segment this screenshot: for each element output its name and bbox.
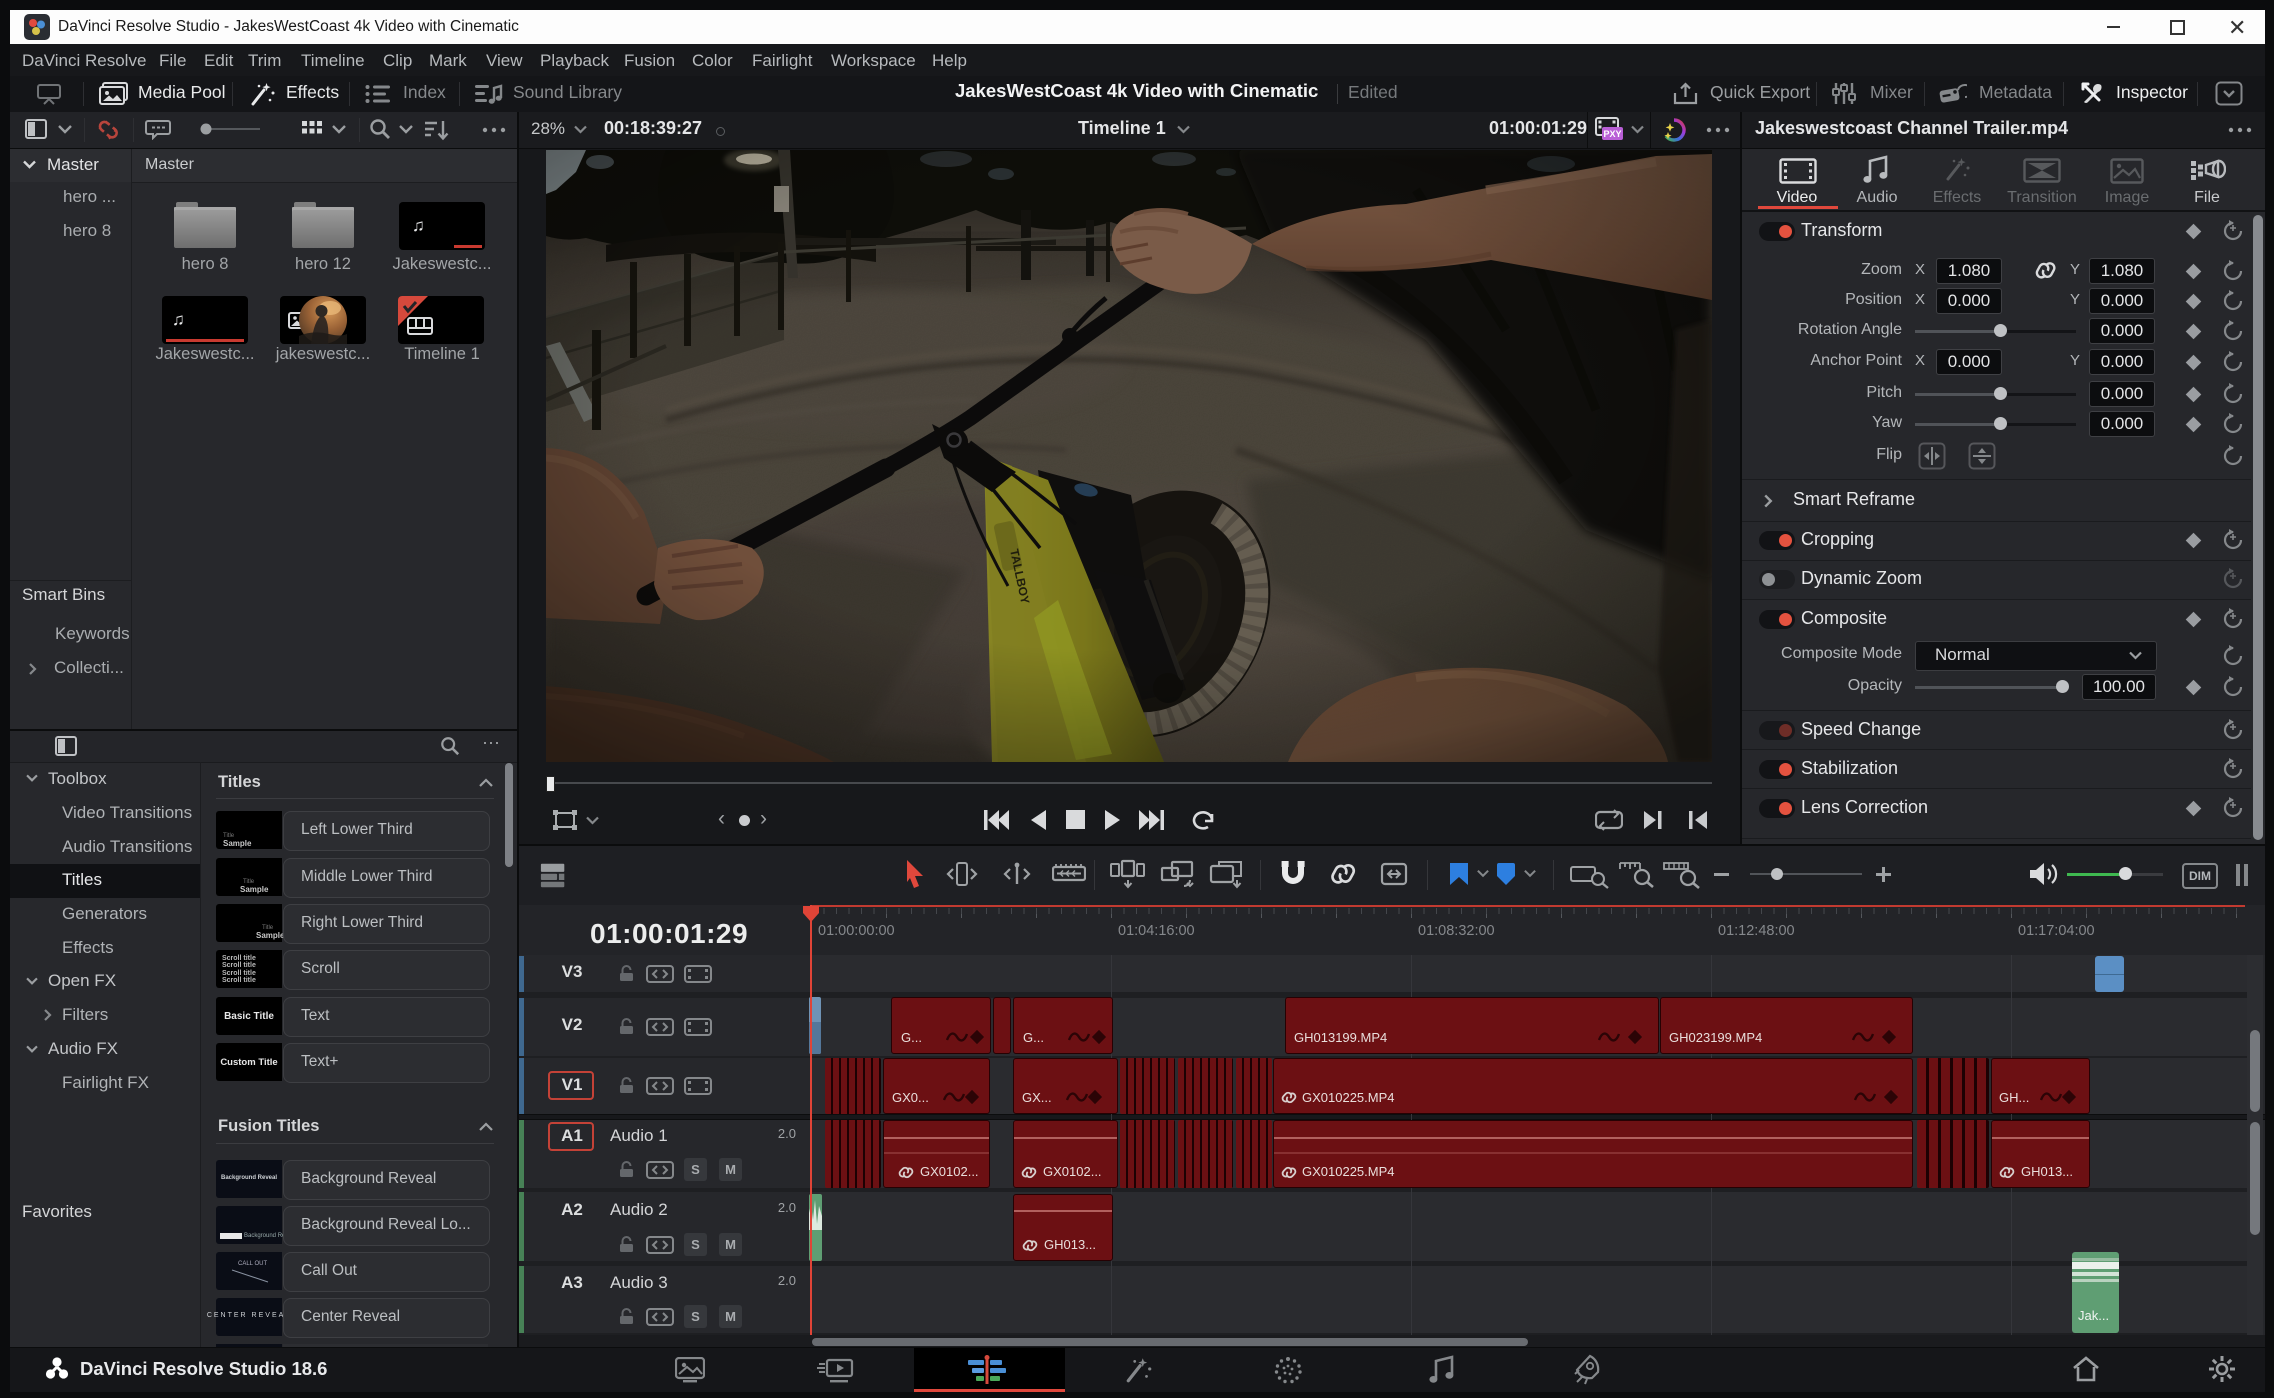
svg-text:PXY: PXY xyxy=(1603,129,1621,139)
